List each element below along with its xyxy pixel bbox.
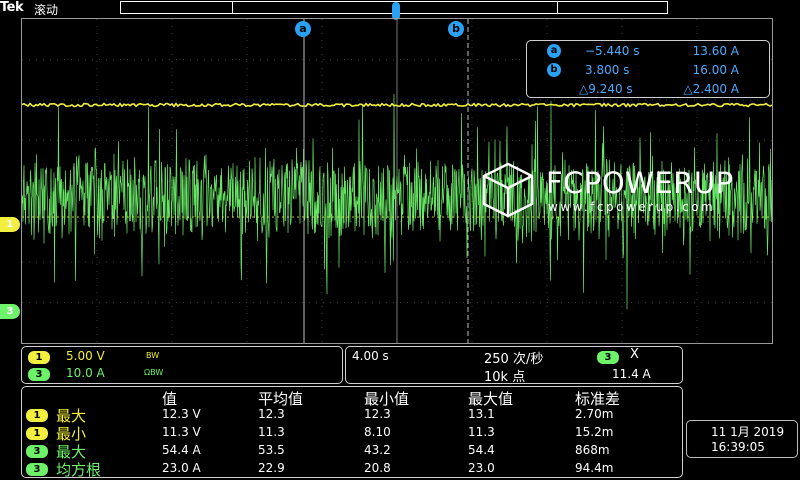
cursor-a-value: 13.60 A xyxy=(692,44,739,58)
fcpowerup-watermark: FCPOWERUP www.fcpowerup.com xyxy=(478,160,768,220)
ch3-scale: 10.0 A xyxy=(66,366,105,380)
clock-time: 16:39:05 xyxy=(711,440,765,454)
row2-mean: 11.3 xyxy=(258,425,285,439)
logo-wordmark: FCPOWERUP xyxy=(546,166,734,200)
logo-url: www.fcpowerup.com xyxy=(548,200,716,214)
row3-mean: 53.5 xyxy=(258,443,285,457)
trigger-source-badge: 3 xyxy=(597,351,619,364)
readout-row-b: b 3.800 s 16.00 A xyxy=(527,62,769,78)
cursor-readout: a −5.440 s 13.60 A b 3.800 s 16.00 A △9.… xyxy=(526,40,770,98)
row1-std: 2.70m xyxy=(575,407,614,421)
row4-ch-badge: 3 xyxy=(26,463,48,476)
trigger-level: 11.4 A xyxy=(612,367,651,381)
row2-std: 15.2m xyxy=(575,425,614,439)
brand-logo: Tek xyxy=(0,0,24,15)
row4-name: 均方根 xyxy=(56,461,102,479)
time-per-div: 4.00 s xyxy=(352,349,389,363)
row4-min: 20.8 xyxy=(364,461,391,475)
cursor-delta-time: △9.240 s xyxy=(579,82,633,96)
col-header-max: 最大值 xyxy=(468,390,514,408)
channel-settings-panel[interactable]: 1 5.00 V BW 3 10.0 A ΩBW xyxy=(21,346,343,384)
ch1-bw-indicator: BW xyxy=(146,351,160,360)
ch1-level-marker[interactable]: 1 xyxy=(0,217,20,232)
clock-date: 11 1月 2019 xyxy=(711,425,785,439)
row3-value: 54.4 A xyxy=(162,443,201,457)
row1-min: 12.3 xyxy=(364,407,391,421)
ch1-badge: 1 xyxy=(28,351,50,364)
row1-mean: 12.3 xyxy=(258,407,285,421)
cursor-b-badge: b xyxy=(547,63,561,77)
row4-value: 23.0 A xyxy=(162,461,201,475)
acquisition-rate: 250 次/秒 xyxy=(484,352,544,367)
clock-panel: 11 1月 2019 16:39:05 xyxy=(686,420,798,458)
ch3-badge: 3 xyxy=(28,368,50,381)
row2-max: 11.3 xyxy=(468,425,495,439)
row2-value: 11.3 V xyxy=(162,425,201,439)
acquisition-mode: 滚动 xyxy=(34,3,59,17)
measurements-panel[interactable]: 值 平均值 最小值 最大值 标准差 1 最大 12.3 V 12.3 12.3 … xyxy=(21,386,683,479)
row1-ch-badge: 1 xyxy=(26,409,48,422)
col-header-min: 最小值 xyxy=(364,390,410,408)
row3-max: 54.4 xyxy=(468,443,495,457)
row1-max: 13.1 xyxy=(468,407,495,421)
ch3-level-marker[interactable]: 3 xyxy=(0,304,20,319)
row2-ch-badge: 1 xyxy=(26,427,48,440)
row1-value: 12.3 V xyxy=(162,407,201,421)
readout-row-a: a −5.440 s 13.60 A xyxy=(527,43,769,59)
row3-min: 43.2 xyxy=(364,443,391,457)
cursor-b-value: 16.00 A xyxy=(692,63,739,77)
col-header-mean: 平均值 xyxy=(258,390,304,408)
row4-mean: 22.9 xyxy=(258,461,285,475)
timebase-panel[interactable]: 4.00 s 250 次/秒 10k 点 3 X 11.4 A xyxy=(345,346,683,385)
cursor-b-label[interactable]: b xyxy=(448,21,464,37)
trigger-slope-icon: X xyxy=(630,347,639,362)
row4-max: 23.0 xyxy=(468,461,495,475)
record-length: 10k 点 xyxy=(484,370,526,385)
row3-std: 868m xyxy=(575,443,610,457)
ch3-bw-indicator: ΩBW xyxy=(144,368,164,377)
row4-std: 94.4m xyxy=(575,461,614,475)
cursor-a-time: −5.440 s xyxy=(585,44,640,58)
cursor-b-time: 3.800 s xyxy=(585,63,630,77)
readout-row-delta: △9.240 s △2.400 A xyxy=(527,81,769,97)
col-header-std: 标准差 xyxy=(575,390,621,408)
cube-logo-icon xyxy=(482,162,534,218)
top-bar: Tek 滚动 xyxy=(0,0,800,20)
ch1-scale: 5.00 V xyxy=(66,349,105,363)
cursor-a-label[interactable]: a xyxy=(295,21,311,37)
cursor-delta-value: △2.400 A xyxy=(683,82,739,96)
col-header-value: 值 xyxy=(162,390,178,408)
cursor-a-badge: a xyxy=(547,44,561,58)
row3-ch-badge: 3 xyxy=(26,445,48,458)
row2-min: 8.10 xyxy=(364,425,391,439)
